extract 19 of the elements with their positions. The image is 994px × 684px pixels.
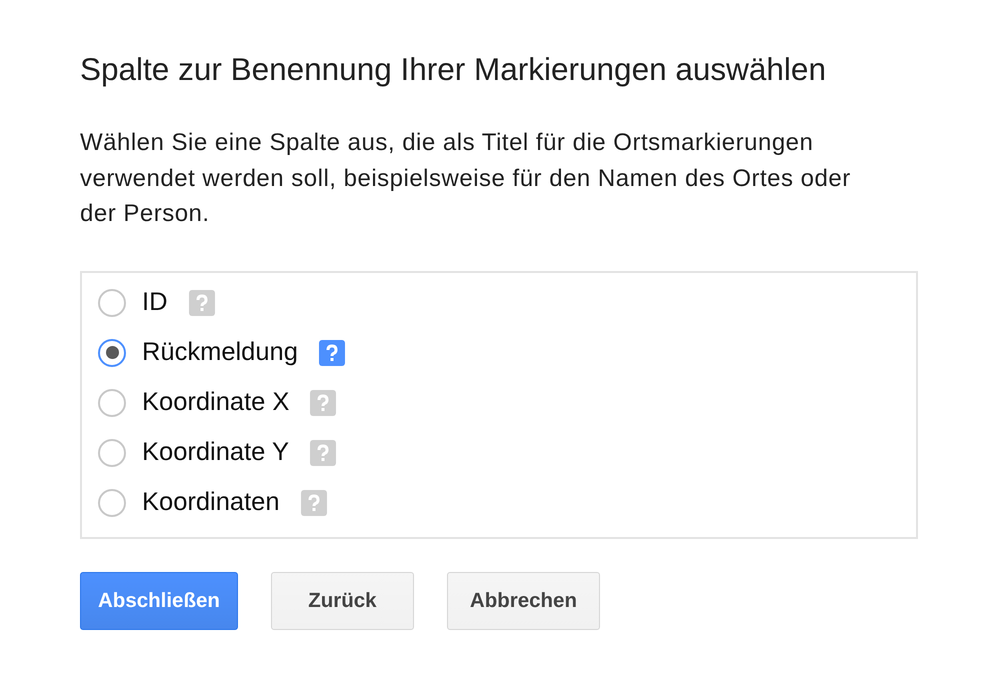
secondary-button[interactable]: Abbrechen bbox=[446, 572, 600, 630]
help-icon[interactable] bbox=[300, 490, 327, 516]
radio-button[interactable] bbox=[98, 338, 126, 366]
option-label[interactable]: Koordinate X bbox=[142, 388, 290, 417]
help-icon[interactable] bbox=[310, 390, 336, 416]
help-icon[interactable] bbox=[318, 340, 345, 366]
radio-button[interactable] bbox=[98, 288, 126, 316]
radio-button[interactable] bbox=[98, 488, 126, 516]
help-icon[interactable] bbox=[188, 290, 214, 316]
option-label[interactable]: Rückmeldung bbox=[142, 338, 298, 367]
dialog-title: Spalte zur Benennung Ihrer Markierungen auswählen bbox=[80, 50, 826, 88]
option-label[interactable]: ID bbox=[142, 288, 168, 317]
radio-button[interactable] bbox=[98, 388, 126, 416]
dialog-description: Wählen Sie eine Spalte aus, die als Titel für die Ortsmarkierungen verwendet werden soll, beispielsweise für den Namen des Ortes oder der Person. bbox=[80, 128, 852, 229]
radio-button[interactable] bbox=[98, 438, 126, 466]
help-icon[interactable] bbox=[310, 440, 336, 466]
option-label[interactable]: Koordinaten bbox=[142, 488, 280, 517]
secondary-button[interactable]: Zurück bbox=[270, 572, 414, 630]
option-label[interactable]: Koordinate Y bbox=[142, 438, 289, 467]
